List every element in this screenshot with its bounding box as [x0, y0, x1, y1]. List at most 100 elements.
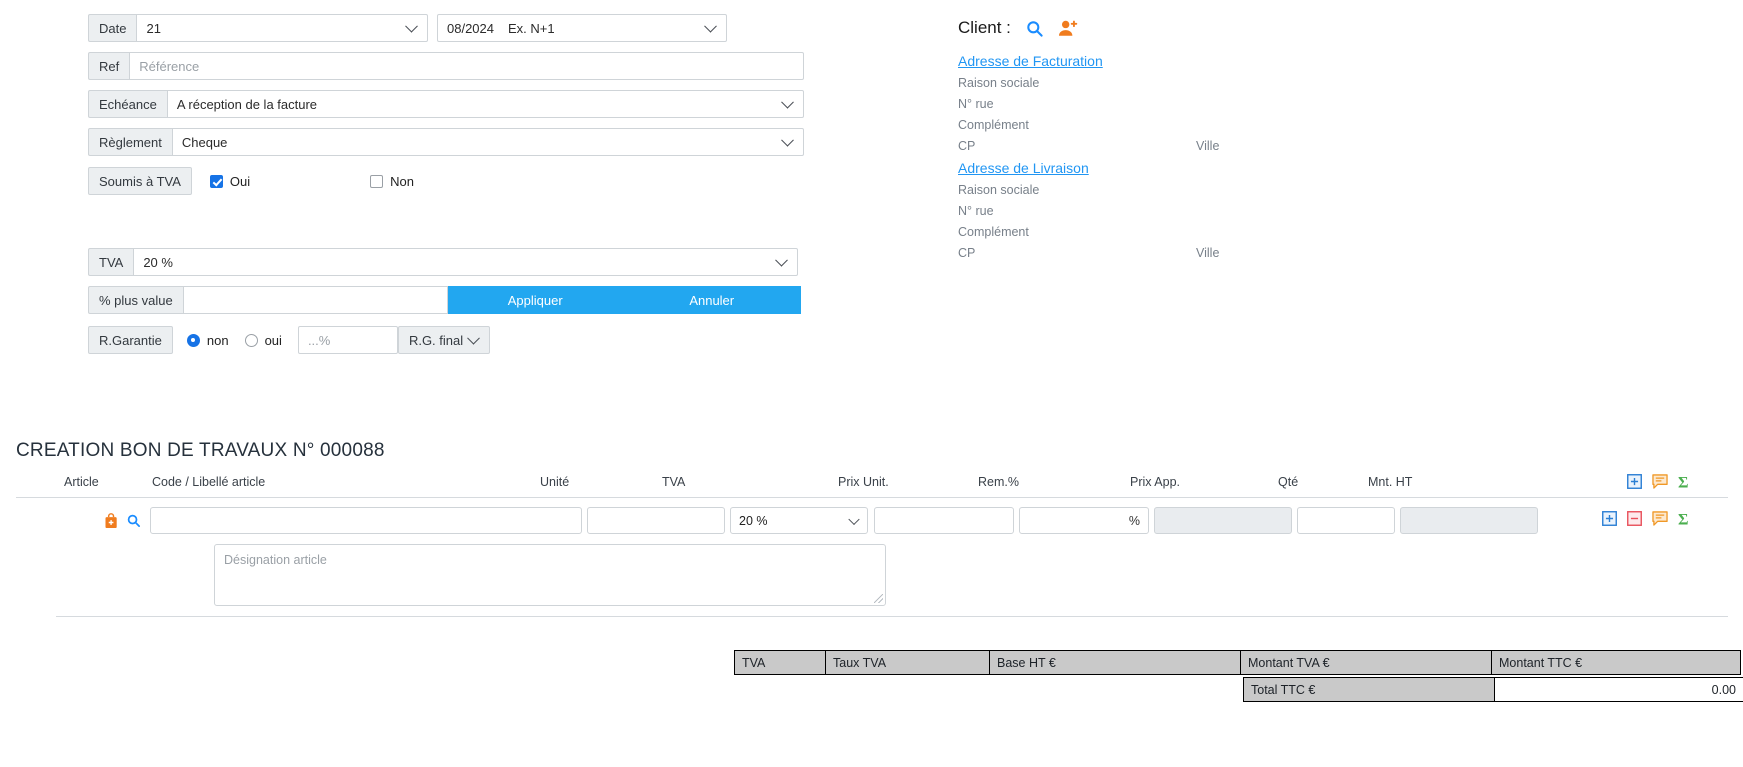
soumis-tva-row: Soumis à TVA Oui Non	[88, 166, 808, 196]
add-client-icon[interactable]	[1058, 19, 1079, 38]
totals-header-row: TVA Taux TVA Base HT € Montant TVA € Mon…	[734, 650, 1743, 675]
radio-selected-icon[interactable]	[186, 333, 200, 347]
echeance-row: Echéance A réception de la facture	[88, 90, 804, 118]
search-client-icon[interactable]	[1025, 19, 1044, 38]
add-row-icon[interactable]	[1602, 511, 1617, 527]
date-period-select[interactable]: 08/2024 Ex. N+1	[437, 14, 727, 42]
article-code-input[interactable]	[150, 507, 582, 534]
reglement-row: Règlement Cheque	[88, 128, 804, 156]
garantie-row: R.Garantie non oui ...% R.G. final	[88, 326, 808, 354]
plus-value-row: % plus value Appliquer Annuler	[88, 286, 804, 314]
date-label: Date	[88, 14, 137, 42]
invoice-creation-page: Date 21 08/2024 Ex. N+1 Ref Référence Ec…	[0, 0, 1743, 767]
total-ttc-row: Total TTC € 0.00	[1243, 677, 1743, 702]
soumis-tva-yes-option[interactable]: Oui	[209, 173, 251, 189]
billing-ville: Ville	[1196, 139, 1220, 153]
designation-textarea[interactable]: Désignation article	[214, 544, 886, 606]
col-header-montant-ht: Mnt. HT	[1368, 475, 1413, 489]
tva-select[interactable]: 20 %	[133, 248, 798, 276]
total-ttc-label: Total TTC €	[1243, 677, 1495, 702]
delivery-ville: Ville	[1196, 246, 1220, 260]
tva-label: TVA	[88, 248, 134, 276]
col-header-prix-app: Prix App.	[1130, 475, 1181, 489]
row-sum-icon[interactable]: Σ	[1678, 511, 1693, 528]
reglement-label: Règlement	[88, 128, 172, 156]
table-header-actions: Σ	[1498, 474, 1728, 490]
totals-table: TVA Taux TVA Base HT € Montant TVA € Mon…	[734, 650, 1743, 702]
add-article-icon[interactable]	[104, 512, 118, 529]
unite-input[interactable]	[587, 507, 725, 534]
garantie-type-select[interactable]: R.G. final	[397, 326, 490, 354]
prix-unit-input[interactable]	[874, 507, 1014, 534]
delivery-cp-ville: CP Ville	[958, 243, 1358, 264]
garantie-yes-label: oui	[264, 332, 282, 348]
billing-complement: Complément	[958, 118, 1029, 132]
checkbox-unchecked-icon[interactable]	[370, 174, 384, 188]
echeance-label: Echéance	[88, 90, 167, 118]
billing-cp: CP	[958, 139, 976, 153]
totals-col-base-ht: Base HT €	[989, 650, 1241, 675]
totals-col-taux-tva: Taux TVA	[825, 650, 990, 675]
garantie-no-option[interactable]: non	[186, 326, 229, 354]
delivery-raison-sociale: Raison sociale	[958, 183, 1040, 197]
apply-button[interactable]: Appliquer	[447, 286, 623, 314]
garantie-label: R.Garantie	[88, 326, 173, 354]
totals-col-tva: TVA	[734, 650, 826, 675]
date-day-select[interactable]: 21	[136, 14, 428, 42]
echeance-select[interactable]: A réception de la facture	[166, 90, 804, 118]
search-article-icon[interactable]	[126, 513, 141, 528]
date-exercise-value: Ex. N+1	[508, 20, 555, 36]
ref-label: Ref	[88, 52, 130, 80]
client-panel: Client : Adresse de Facturation Raison s…	[958, 14, 1358, 264]
checkbox-checked-icon[interactable]	[209, 174, 223, 188]
client-header: Client :	[958, 14, 1358, 42]
date-row: Date 21 08/2024 Ex. N+1	[88, 14, 808, 42]
delivery-complement: Complément	[958, 225, 1029, 239]
delivery-address-link[interactable]: Adresse de Livraison	[958, 160, 1089, 176]
plus-value-input[interactable]	[182, 286, 448, 314]
plus-value-label: % plus value	[88, 286, 183, 314]
billing-address-link[interactable]: Adresse de Facturation	[958, 53, 1103, 69]
qte-input[interactable]	[1297, 507, 1395, 534]
client-title: Client :	[958, 18, 1011, 37]
garantie-type-value: R.G. final	[408, 332, 464, 348]
soumis-tva-yes-label: Oui	[229, 173, 251, 189]
ref-input[interactable]: Référence	[129, 52, 804, 80]
radio-unselected-icon[interactable]	[244, 333, 258, 347]
row-comment-icon[interactable]	[1652, 511, 1668, 527]
add-line-icon[interactable]	[1627, 474, 1642, 490]
billing-cp-ville: CP Ville	[958, 136, 1358, 157]
soumis-tva-no-option[interactable]: Non	[370, 174, 414, 189]
cancel-button[interactable]: Annuler	[622, 286, 801, 314]
svg-text:Σ: Σ	[1678, 512, 1688, 528]
billing-rue: N° rue	[958, 97, 994, 111]
row-separator	[56, 616, 1728, 617]
tva-row: TVA 20 %	[88, 248, 798, 276]
garantie-no-label: non	[206, 332, 229, 348]
remise-suffix: %	[1128, 513, 1140, 528]
comment-icon[interactable]	[1652, 474, 1668, 490]
soumis-tva-no-label: Non	[390, 173, 414, 189]
ref-row: Ref Référence	[88, 52, 804, 80]
sum-icon[interactable]: Σ	[1678, 474, 1693, 491]
remove-row-icon[interactable]	[1627, 511, 1642, 527]
remise-input[interactable]: %	[1019, 507, 1149, 534]
col-header-tva: TVA	[662, 475, 686, 489]
billing-raison-sociale: Raison sociale	[958, 76, 1040, 90]
row-tva-select[interactable]: 20 %	[730, 507, 868, 534]
date-period-value: 08/2024	[447, 20, 494, 36]
delivery-rue: N° rue	[958, 204, 994, 218]
col-header-remise: Rem.%	[978, 475, 1019, 489]
row-article-actions	[16, 507, 144, 534]
table-header-row: Article Code / Libellé article Unité TVA…	[16, 470, 1728, 494]
soumis-tva-label: Soumis à TVA	[88, 167, 192, 195]
garantie-yes-option[interactable]: oui	[244, 326, 282, 354]
col-header-code: Code / Libellé article	[152, 475, 266, 489]
header-form: Date 21 08/2024 Ex. N+1 Ref Référence Ec…	[88, 14, 808, 364]
col-header-prix-unit: Prix Unit.	[838, 475, 889, 489]
garantie-percent-input[interactable]: ...%	[297, 326, 398, 354]
reglement-select[interactable]: Cheque	[171, 128, 804, 156]
row-actions: Σ	[1538, 507, 1728, 527]
items-table: Article Code / Libellé article Unité TVA…	[16, 470, 1728, 617]
table-row: 20 % % Σ	[16, 498, 1728, 534]
